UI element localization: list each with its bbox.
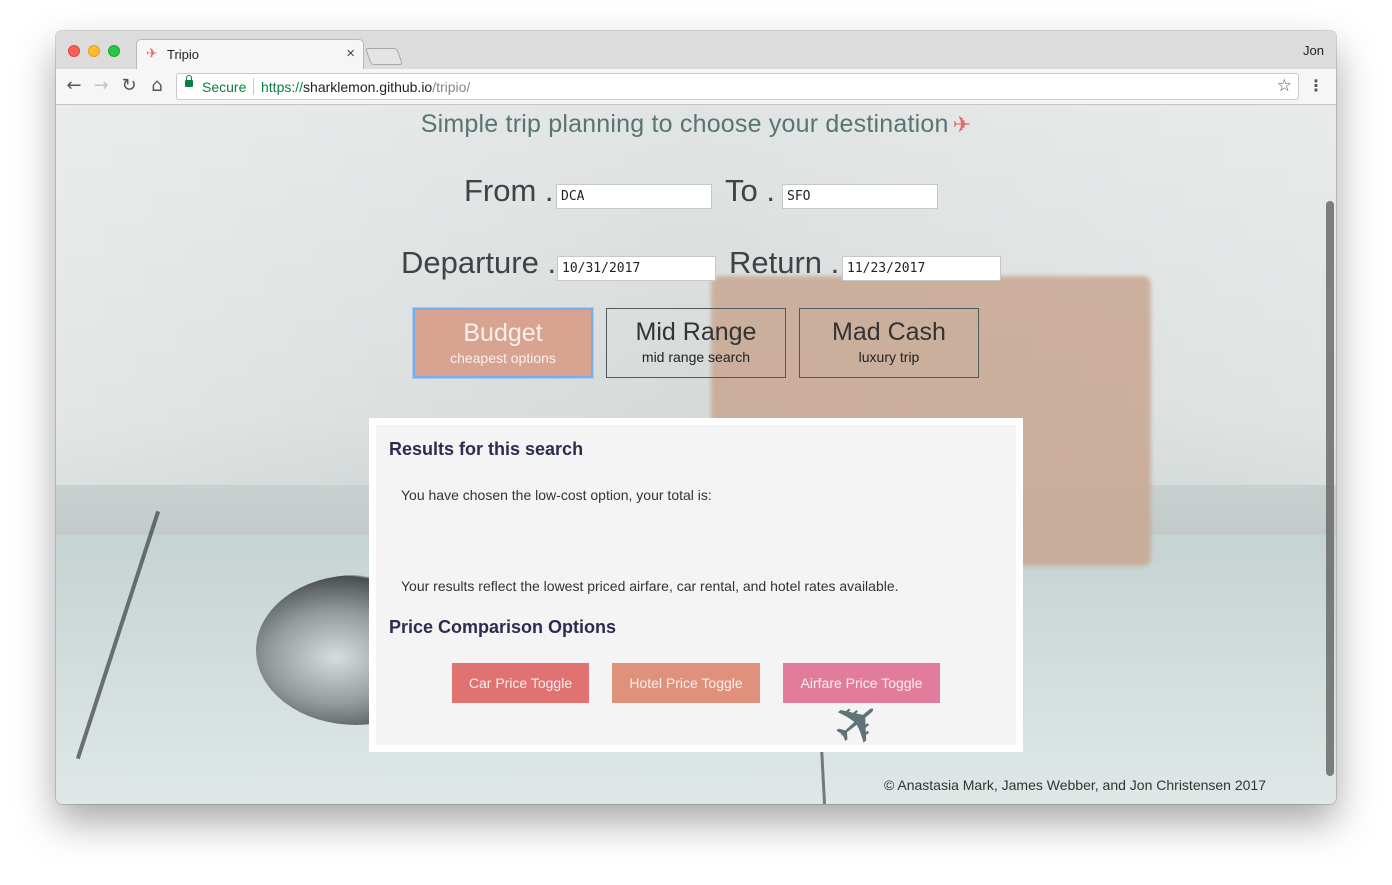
mid-range-option-button[interactable]: Mid Range mid range search (606, 308, 786, 378)
option-title: Mad Cash (832, 318, 946, 346)
browser-window: ✈ Tripio × Jon ← → ↻ ⌂ Secure https://sh… (56, 31, 1336, 804)
secure-label: Secure (202, 79, 247, 95)
tab-title: Tripio (167, 47, 200, 62)
option-subtitle: luxury trip (858, 349, 920, 365)
reload-icon[interactable]: ↻ (118, 75, 140, 97)
tab-strip: ✈ Tripio × Jon (56, 31, 1336, 70)
scrollbar-thumb[interactable] (1326, 201, 1334, 776)
option-title: Mid Range (635, 318, 757, 346)
mad-cash-option-button[interactable]: Mad Cash luxury trip (799, 308, 979, 378)
budget-option-button[interactable]: Budget cheapest options (413, 308, 593, 378)
to-input[interactable] (782, 184, 938, 209)
url-text[interactable]: https://sharklemon.github.io/tripio/ (261, 79, 470, 95)
forward-arrow-icon[interactable]: → (90, 75, 112, 97)
new-tab-button[interactable] (364, 48, 404, 65)
bookmark-star-icon[interactable]: ☆ (1277, 76, 1292, 96)
results-summary-text: Your results reflect the lowest priced a… (401, 578, 899, 594)
page-viewport: Simple trip planning to choose your dest… (56, 105, 1336, 804)
profile-name[interactable]: Jon (1303, 43, 1324, 58)
from-label: From . (464, 173, 554, 208)
car-price-toggle-button[interactable]: Car Price Toggle (452, 663, 589, 703)
from-input[interactable] (556, 184, 712, 209)
copyright-footer: © Anastasia Mark, James Webber, and Jon … (883, 777, 1266, 793)
minimize-window-icon[interactable] (88, 45, 100, 57)
scrollbar[interactable] (1323, 105, 1336, 804)
hotel-price-toggle-button[interactable]: Hotel Price Toggle (612, 663, 760, 703)
to-label: To . (725, 173, 775, 208)
address-bar[interactable]: Secure https://sharklemon.github.io/trip… (176, 73, 1299, 100)
tab-close-icon[interactable]: × (346, 45, 355, 62)
url-host: sharklemon.github.io (303, 79, 433, 95)
price-comparison-heading: Price Comparison Options (389, 617, 617, 637)
return-label: Return . (729, 245, 840, 280)
url-path: /tripio/ (432, 79, 471, 95)
url-scheme: https:// (261, 79, 304, 95)
browser-menu-icon[interactable]: ⋮ (1308, 75, 1324, 97)
back-arrow-icon[interactable]: ← (63, 75, 85, 97)
airplane-favicon-icon: ✈ (146, 46, 158, 62)
results-total-text: You have chosen the low-cost option, you… (401, 487, 712, 503)
tagline-text: Simple trip planning to choose your dest… (420, 110, 949, 138)
home-icon[interactable]: ⌂ (146, 75, 168, 97)
browser-tab[interactable]: ✈ Tripio × (136, 39, 364, 70)
results-heading: Results for this search (389, 439, 584, 459)
page-tagline: Simple trip planning to choose your dest… (56, 110, 1336, 139)
zoom-window-icon[interactable] (108, 45, 120, 57)
close-window-icon[interactable] (68, 45, 80, 57)
browser-toolbar: ← → ↻ ⌂ Secure https://sharklemon.github… (56, 69, 1336, 105)
url-separator (253, 78, 254, 95)
option-subtitle: mid range search (641, 349, 751, 365)
return-date-input[interactable] (842, 256, 1001, 281)
departure-date-input[interactable] (557, 256, 716, 281)
option-title: Budget (463, 319, 543, 347)
lock-icon (185, 75, 193, 87)
results-panel: Results for this search You have chosen … (369, 418, 1023, 752)
results-content: Results for this search You have chosen … (376, 425, 1016, 745)
airplane-icon: ✈ (952, 112, 972, 137)
option-subtitle: cheapest options (450, 350, 556, 366)
departure-label: Departure . (401, 245, 557, 280)
